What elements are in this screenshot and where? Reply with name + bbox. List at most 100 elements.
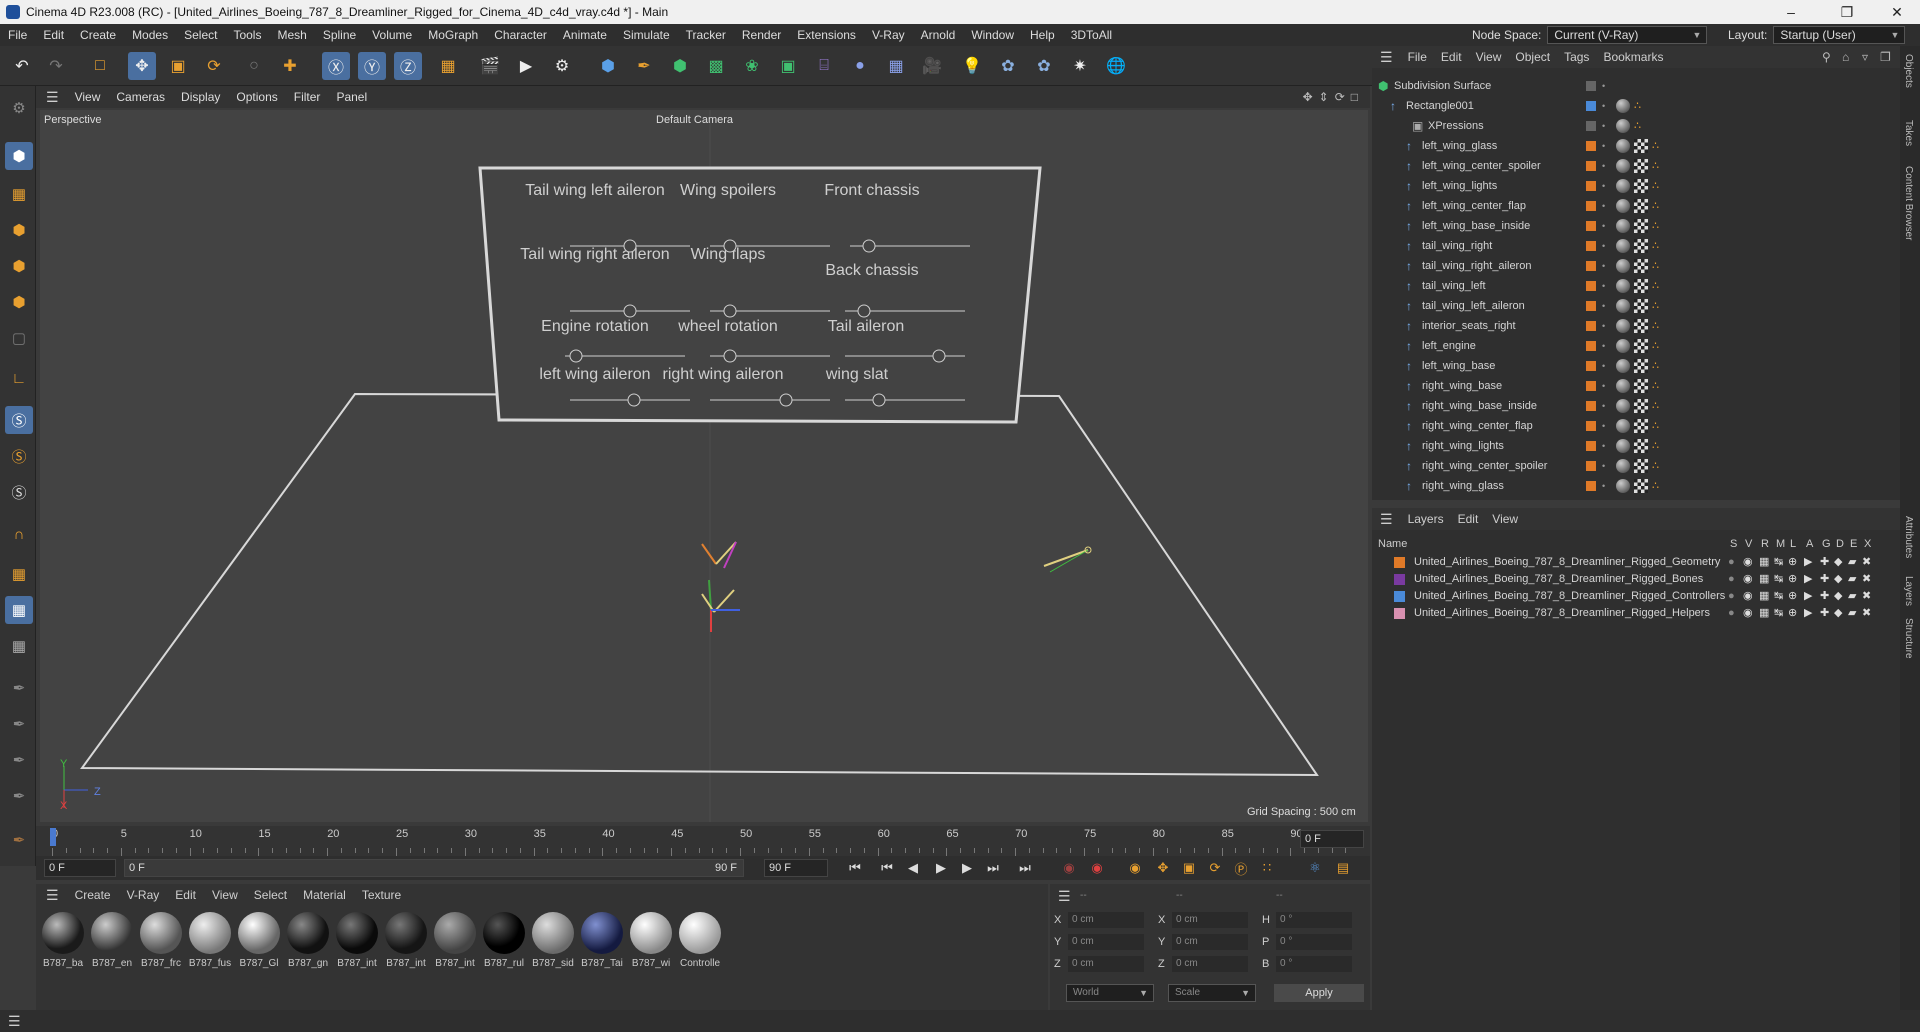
magnet-icon[interactable]: ∩ xyxy=(5,520,33,548)
layer-color-swatch[interactable] xyxy=(1586,421,1596,431)
selection-tag-icon[interactable]: ∴ xyxy=(1634,96,1641,116)
deformer-icon[interactable]: ◆ xyxy=(1834,571,1842,588)
subdivision-icon[interactable]: ⬢ xyxy=(666,52,694,80)
go-to-end-icon[interactable]: ⏭ xyxy=(1014,858,1036,878)
uvw-tag-icon[interactable] xyxy=(1634,279,1648,293)
menu-file[interactable]: File xyxy=(0,24,35,46)
z-axis-icon[interactable]: Ⓩ xyxy=(394,52,422,80)
timeline-icon[interactable]: ▤ xyxy=(1332,858,1354,878)
python-icon[interactable]: ✿ xyxy=(994,52,1022,80)
material-tag-icon[interactable] xyxy=(1616,239,1630,253)
manager-icon[interactable]: ↹ xyxy=(1774,554,1783,571)
size-z-field[interactable]: 0 cm xyxy=(1172,956,1248,972)
camera-name[interactable]: Default Camera xyxy=(656,114,733,126)
make-editable-icon[interactable]: ⚙ xyxy=(5,94,33,122)
brush-icon[interactable]: ✒ xyxy=(5,710,33,738)
visibility-dots-icon[interactable]: • xyxy=(1602,216,1605,236)
visibility-dots-icon[interactable]: • xyxy=(1602,356,1605,376)
live-selection-icon[interactable]: □ xyxy=(86,52,114,80)
visibility-dots-icon[interactable]: • xyxy=(1602,396,1605,416)
object-row[interactable]: ↑ right_wing_glass • ∴ xyxy=(1372,476,1882,494)
deformer-icon[interactable]: ◆ xyxy=(1834,605,1842,622)
layer-color-swatch[interactable] xyxy=(1586,241,1596,251)
menu-window[interactable]: Window xyxy=(963,24,1022,46)
selection-tag-icon[interactable]: ∴ xyxy=(1652,416,1659,436)
uvw-tag-icon[interactable] xyxy=(1634,159,1648,173)
mograph-icon[interactable]: ▣ xyxy=(774,52,802,80)
generator-icon[interactable]: ✚ xyxy=(1820,571,1829,588)
visibility-dots-icon[interactable]: • xyxy=(1602,476,1605,494)
object-row[interactable]: ↑ right_wing_lights • ∴ xyxy=(1372,436,1882,456)
layer-row[interactable]: United_Airlines_Boeing_787_8_Dreamliner_… xyxy=(1372,554,1900,571)
material-tag-icon[interactable] xyxy=(1616,359,1630,373)
uvw-tag-icon[interactable] xyxy=(1634,379,1648,393)
material-swatch[interactable]: B787_int xyxy=(383,912,429,969)
obj-menu-file[interactable]: File xyxy=(1401,50,1434,64)
y-axis-icon[interactable]: Ⓨ xyxy=(358,52,386,80)
generator-icon[interactable]: ✚ xyxy=(1820,605,1829,622)
layer-color-swatch[interactable] xyxy=(1586,121,1596,131)
snap-icon[interactable]: Ⓢ xyxy=(5,406,33,434)
material-swatch[interactable]: B787_en xyxy=(89,912,135,969)
hamburger-icon[interactable]: ☰ xyxy=(1380,511,1393,528)
render-icon[interactable]: ▦ xyxy=(1759,588,1769,605)
material-tag-icon[interactable] xyxy=(1616,319,1630,333)
position-x-field[interactable]: 0 cm xyxy=(1068,912,1144,928)
pen-icon[interactable]: ✒ xyxy=(630,52,658,80)
layer-color-swatch[interactable] xyxy=(1586,441,1596,451)
python-generator-icon[interactable]: ✿ xyxy=(1030,52,1058,80)
lock-icon[interactable]: ⊕ xyxy=(1788,554,1797,571)
scale-icon[interactable]: ▣ xyxy=(164,52,192,80)
menu-volume[interactable]: Volume xyxy=(364,24,420,46)
visibility-dots-icon[interactable]: • xyxy=(1602,336,1605,356)
uvw-tag-icon[interactable] xyxy=(1634,359,1648,373)
material-tag-icon[interactable] xyxy=(1616,439,1630,453)
uvw-tag-icon[interactable] xyxy=(1634,459,1648,473)
layer-color-swatch[interactable] xyxy=(1586,381,1596,391)
object-row[interactable]: ▣ XPressions • ∴ xyxy=(1372,116,1882,136)
visibility-dots-icon[interactable]: • xyxy=(1602,96,1605,116)
key-position-icon[interactable]: ✥ xyxy=(1152,858,1174,878)
object-row[interactable]: ↑ left_wing_lights • ∴ xyxy=(1372,176,1882,196)
close-icon[interactable]: ✕ xyxy=(1874,0,1920,24)
uv-mode-icon[interactable]: ▢ xyxy=(5,324,33,352)
model-mode-icon[interactable]: ⬢ xyxy=(5,142,33,170)
node-space-dropdown[interactable]: Current (V-Ray) ▼ xyxy=(1547,26,1708,44)
uvw-tag-icon[interactable] xyxy=(1634,479,1648,493)
mat-menu-create[interactable]: Create xyxy=(67,888,119,902)
controller-sliders[interactable] xyxy=(520,168,1040,430)
vp-menu-panel[interactable]: Panel xyxy=(328,90,375,104)
obj-menu-view[interactable]: View xyxy=(1469,50,1509,64)
selection-tag-icon[interactable]: ∴ xyxy=(1652,256,1659,276)
hamburger-icon[interactable]: ☰ xyxy=(46,887,59,904)
light-icon[interactable]: 💡 xyxy=(958,52,986,80)
x-axis-icon[interactable]: Ⓧ xyxy=(322,52,350,80)
layer-color-swatch[interactable] xyxy=(1586,281,1596,291)
object-row[interactable]: ↑ interior_seats_right • ∴ xyxy=(1372,316,1882,336)
tab-objects[interactable]: Objects xyxy=(1903,54,1914,88)
selection-tag-icon[interactable]: ∴ xyxy=(1652,296,1659,316)
layer-color-swatch[interactable] xyxy=(1586,161,1596,171)
xref-icon[interactable]: ✖ xyxy=(1862,554,1871,571)
material-tag-icon[interactable] xyxy=(1616,339,1630,353)
selection-tag-icon[interactable]: ∴ xyxy=(1652,176,1659,196)
visibility-dots-icon[interactable]: • xyxy=(1602,76,1605,96)
material-tag-icon[interactable] xyxy=(1616,179,1630,193)
layer-color-swatch[interactable] xyxy=(1586,201,1596,211)
layer-color-swatch[interactable] xyxy=(1586,361,1596,371)
visibility-dots-icon[interactable]: • xyxy=(1602,436,1605,456)
eye-icon[interactable]: ◉ xyxy=(1743,605,1753,622)
move-icon[interactable]: ✥ xyxy=(128,52,156,80)
visibility-dots-icon[interactable]: • xyxy=(1602,176,1605,196)
menu-tracker[interactable]: Tracker xyxy=(678,24,734,46)
material-swatch[interactable]: B787_gn xyxy=(285,912,331,969)
visibility-dots-icon[interactable]: • xyxy=(1602,276,1605,296)
selection-tag-icon[interactable]: ∴ xyxy=(1652,236,1659,256)
maximize-icon[interactable]: ❐ xyxy=(1824,0,1870,24)
hamburger-icon[interactable]: ☰ xyxy=(8,1013,21,1030)
expression-icon[interactable]: ▰ xyxy=(1848,605,1856,622)
uvw-tag-icon[interactable] xyxy=(1634,259,1648,273)
hamburger-icon[interactable]: ☰ xyxy=(46,89,59,106)
menu-mesh[interactable]: Mesh xyxy=(269,24,314,46)
object-row[interactable]: ↑ left_wing_center_flap • ∴ xyxy=(1372,196,1882,216)
